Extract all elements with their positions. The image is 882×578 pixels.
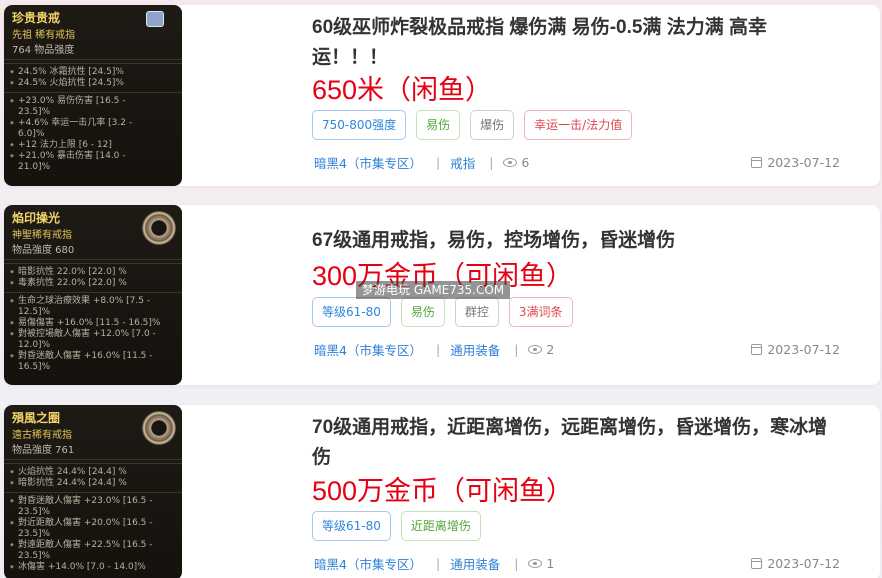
item-power: 764 物品强度 <box>4 41 182 60</box>
view-count: 2 <box>528 342 554 357</box>
zone-link[interactable]: 暗黑4（市集专区） <box>314 340 422 359</box>
item-stat: 暗影抗性 22.0% [22.0] % <box>4 267 182 278</box>
tag[interactable]: 等级61-80 <box>312 511 391 541</box>
watermark: 梦游电玩 GAME735.COM <box>356 281 511 299</box>
tag[interactable]: 群控 <box>454 297 499 327</box>
tag[interactable]: 3满词条 <box>508 297 573 327</box>
divider: | <box>514 342 519 357</box>
eye-icon <box>528 345 543 354</box>
listing-title[interactable]: 67级通用戒指，易伤，控场增伤，昏迷增伤 <box>312 226 840 256</box>
post-date-value: 2023-07-12 <box>767 342 840 357</box>
post-date: 2023-07-12 <box>751 342 840 357</box>
tag[interactable]: 易伤 <box>416 110 461 140</box>
item-affix: +23.0% 易伤伤害 [16.5 - 23.5]% <box>4 96 182 118</box>
divider: | <box>435 342 441 357</box>
tag[interactable]: 近距离增伤 <box>400 511 481 541</box>
item-affix: 對被控場敵人傷害 +12.0% [7.0 - 12.0]% <box>4 329 182 351</box>
item-affix: +21.0% 暴击伤害 [14.0 - 21.0]% <box>4 151 182 173</box>
tag-list: 750-800强度 易伤 爆伤 幸运一击/法力值 <box>312 110 633 140</box>
item-tooltip-image[interactable]: 殞風之圈 遠古稀有戒指 物品強度 761 火焰抗性 24.4% [24.4] %… <box>4 405 182 578</box>
category-link[interactable]: 通用装备 <box>450 340 500 359</box>
listing-title[interactable]: 60级巫师炸裂极品戒指 爆伤满 易伤-0.5满 法力满 高幸运！！！ <box>312 13 840 73</box>
item-stat: 暗影抗性 24.4% [24.4] % <box>4 478 182 489</box>
category-link[interactable]: 通用装备 <box>450 554 500 573</box>
item-affix: +4.6% 幸运一击几率 [3.2 - 6.0]% <box>4 118 182 140</box>
item-rarity: 先祖 稀有戒指 <box>12 30 76 41</box>
view-count-value: 6 <box>521 155 530 170</box>
tag[interactable]: 爆伤 <box>470 110 515 140</box>
item-affix: 冰傷害 +14.0% [7.0 - 14.0]% <box>4 562 182 573</box>
item-affix: 對遠距敵人傷害 +22.5% [16.5 - 23.5]% <box>4 540 182 562</box>
divider: | <box>489 155 494 170</box>
category-link[interactable]: 戒指 <box>450 153 475 172</box>
listing-card-1[interactable]: 珍贵贵戒 先祖 稀有戒指 764 物品强度 24.5% 冰霜抗性 [24.5]%… <box>4 5 880 186</box>
item-affix: 對昏迷敵人傷害 +23.0% [16.5 - 23.5]% <box>4 496 182 518</box>
calendar-icon <box>751 157 763 168</box>
item-stat: 24.5% 冰霜抗性 [24.5]% <box>4 67 182 78</box>
tag[interactable]: 等级61-80 <box>312 297 391 327</box>
item-tooltip-image[interactable]: 焰印操光 神聖稀有戒指 物品強度 680 暗影抗性 22.0% [22.0] %… <box>4 205 182 385</box>
tag-list: 等级61-80 易伤 群控 3满词条 <box>312 297 573 327</box>
divider: | <box>435 556 441 571</box>
item-affix: 生命之球治療效果 +8.0% [7.5 - 12.5]% <box>4 296 182 318</box>
view-count: 6 <box>503 155 529 170</box>
item-affix: 易傷傷害 +16.0% [11.5 - 16.5]% <box>4 318 182 329</box>
listing-meta: 暗黑4（市集专区） | 通用装备 | 1 2023-07-12 <box>314 554 840 573</box>
tag[interactable]: 750-800强度 <box>312 110 407 140</box>
item-stat: 毒素抗性 22.0% [22.0] % <box>4 278 182 289</box>
view-count-value: 1 <box>546 556 555 571</box>
item-affix: 對昏迷敵人傷害 +16.0% [11.5 - 16.5]% <box>4 351 182 373</box>
divider: | <box>514 556 519 571</box>
lock-icon <box>146 11 164 27</box>
item-stat: 火焰抗性 24.4% [24.4] % <box>4 467 182 478</box>
post-date-value: 2023-07-12 <box>767 155 840 170</box>
tag[interactable]: 易伤 <box>400 297 445 327</box>
ring-image <box>142 411 176 445</box>
post-date: 2023-07-12 <box>751 556 840 571</box>
calendar-icon <box>751 558 763 569</box>
view-count: 1 <box>528 556 554 571</box>
tag-list: 等级61-80 近距离增伤 <box>312 511 481 541</box>
listing-meta: 暗黑4（市集专区） | 戒指 | 6 2023-07-12 <box>314 153 840 172</box>
eye-icon <box>503 158 518 167</box>
eye-icon <box>528 559 543 568</box>
post-date-value: 2023-07-12 <box>767 556 840 571</box>
view-count-value: 2 <box>546 342 555 357</box>
zone-link[interactable]: 暗黑4（市集专区） <box>314 554 422 573</box>
post-date: 2023-07-12 <box>751 155 840 170</box>
item-affix: 對近距敵人傷害 +20.0% [16.5 - 23.5]% <box>4 518 182 540</box>
zone-link[interactable]: 暗黑4（市集专区） <box>314 153 422 172</box>
divider: | <box>435 155 441 170</box>
tag[interactable]: 幸运一击/法力值 <box>524 110 633 140</box>
listing-price: 650米（闲鱼） <box>312 75 493 105</box>
item-affix: +12 法力上限 [6 - 12] <box>4 140 182 151</box>
ring-image <box>142 211 176 245</box>
item-tooltip-image[interactable]: 珍贵贵戒 先祖 稀有戒指 764 物品强度 24.5% 冰霜抗性 [24.5]%… <box>4 5 182 186</box>
listing-card-3[interactable]: 殞風之圈 遠古稀有戒指 物品強度 761 火焰抗性 24.4% [24.4] %… <box>4 405 880 578</box>
calendar-icon <box>751 344 763 355</box>
listing-meta: 暗黑4（市集专区） | 通用装备 | 2 2023-07-12 <box>314 340 840 359</box>
listing-price: 500万金币（可闲鱼） <box>312 476 574 506</box>
listing-title[interactable]: 70级通用戒指，近距离增伤，远距离增伤，昏迷增伤，寒冰增伤 <box>312 413 840 473</box>
item-stat: 24.5% 火焰抗性 [24.5]% <box>4 78 182 89</box>
